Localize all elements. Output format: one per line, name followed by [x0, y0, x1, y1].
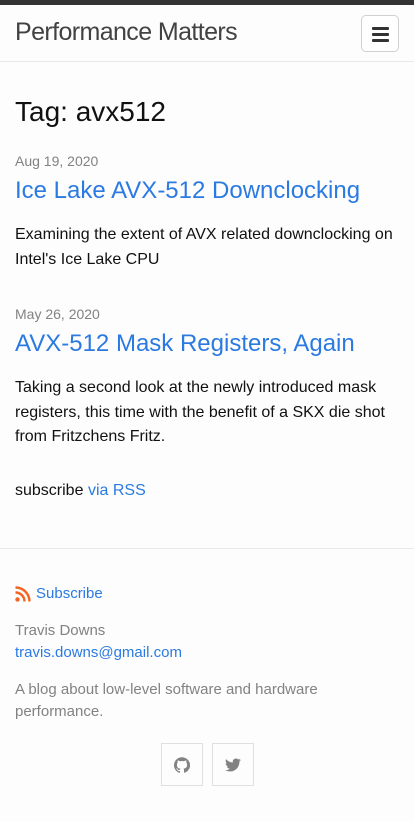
author-email-link[interactable]: travis.downs@gmail.com: [15, 643, 182, 663]
post-title-link[interactable]: Ice Lake AVX-512 Downclocking: [15, 176, 360, 206]
footer-divider: [0, 548, 414, 549]
site-description: A blog about low-level software and hard…: [15, 681, 318, 720]
twitter-button[interactable]: [212, 743, 254, 786]
footer-subscribe-link[interactable]: Subscribe: [36, 584, 103, 604]
footer-subscribe: Subscribe: [15, 583, 103, 605]
rss-icon[interactable]: [15, 586, 31, 602]
subscribe-line: subscribe via RSS: [15, 480, 146, 502]
hamburger-menu-icon[interactable]: [361, 15, 399, 52]
twitter-icon: [225, 758, 241, 772]
post-date: May 26, 2020: [15, 306, 100, 322]
post-date: Aug 19, 2020: [15, 153, 99, 169]
github-icon: [174, 756, 190, 773]
github-button[interactable]: [161, 743, 203, 786]
site-title[interactable]: Performance Matters: [15, 17, 238, 47]
author-name: Travis Downs: [15, 622, 106, 639]
site-header: Performance Matters: [0, 5, 414, 62]
post-title-link[interactable]: AVX-512 Mask Registers, Again: [15, 329, 355, 359]
post-excerpt: Examining the extent of AVX related down…: [15, 226, 393, 268]
subscribe-text: subscribe: [15, 482, 84, 499]
page-title: Tag: avx512: [15, 96, 166, 127]
post-excerpt: Taking a second look at the newly introd…: [15, 379, 385, 445]
rss-link[interactable]: via RSS: [88, 482, 146, 499]
